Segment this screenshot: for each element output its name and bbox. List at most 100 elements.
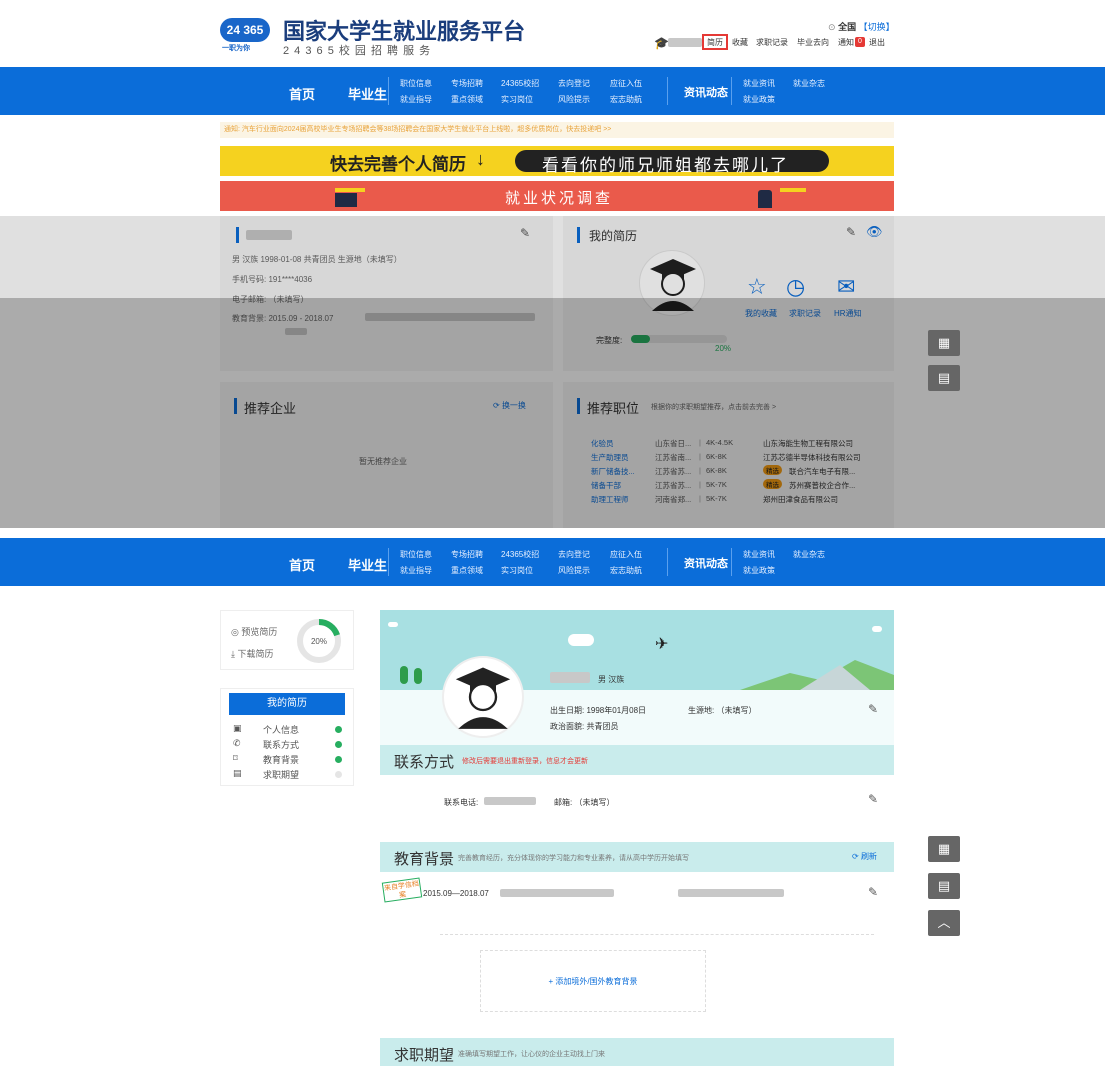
briefcase-icon <box>335 193 357 207</box>
contact-phone-label: 联系电话: <box>444 798 479 807</box>
nav-destination-register[interactable]: 去向登记 <box>558 549 590 560</box>
notify-count-badge: 0 <box>855 37 865 47</box>
sidebar-title: 我的简历 <box>229 693 345 715</box>
edit-education-icon[interactable]: ✎ <box>868 885 878 899</box>
resume-edit-pane: 首页 毕业生 职位信息 专场招聘 24365校招 去向登记 应征入伍 就业指导 … <box>0 538 1105 1066</box>
resume-banner[interactable]: 快去完善个人简历 ↓ 看看你的师兄师姐都去哪儿了 <box>220 146 894 176</box>
nav-policy[interactable]: 就业政策 <box>743 94 775 105</box>
survey-title: 就业状况调查 <box>505 190 614 207</box>
expect-note: 准确填写期望工作，让心仪的企业主动找上门来 <box>458 1051 605 1058</box>
nav-graduate[interactable]: 毕业生 <box>348 84 387 103</box>
major-blurred <box>678 889 784 897</box>
edit-basic-icon[interactable]: ✎ <box>868 702 878 716</box>
nav-home[interactable]: 首页 <box>289 84 315 103</box>
nav-home[interactable]: 首页 <box>289 555 315 574</box>
qrcode-icon[interactable]: ▦ <box>928 330 960 356</box>
nav-graduate[interactable]: 毕业生 <box>348 555 387 574</box>
download-label: 下载简历 <box>237 649 274 659</box>
nav-employment-news[interactable]: 就业资讯 <box>743 549 775 560</box>
edu-dates: 2015.09—2018.07 <box>423 889 489 898</box>
header-link-notify[interactable]: 通知 <box>838 37 854 48</box>
notice-bar[interactable]: 通知: 汽车行业面向2024届高校毕业生专场招聘会等38场招聘会在国家大学生就业… <box>220 122 894 138</box>
nav-destination-register[interactable]: 去向登记 <box>558 78 590 89</box>
education-note: 完善教育经历，充分体现你的学习能力和专业素养，请从高中学历开始填写 <box>458 855 689 862</box>
logo-tagline: 一职为你 <box>222 45 250 52</box>
header-link-resume[interactable]: 简历 <box>707 37 723 48</box>
location-label: 全国 <box>838 22 857 32</box>
nav-job-info[interactable]: 职位信息 <box>400 549 432 560</box>
sidebar-item-label: 求职期望 <box>263 770 300 780</box>
sidebar-item[interactable]: ⌑ 教育背景 <box>221 753 353 767</box>
avatar-large[interactable] <box>442 656 524 738</box>
nav-employment-news[interactable]: 就业资讯 <box>743 78 775 89</box>
back-to-top-icon[interactable]: ︿ <box>928 910 960 936</box>
nav-risk[interactable]: 风险提示 <box>558 565 590 576</box>
nav-campus-recruit[interactable]: 24365校招 <box>501 549 539 560</box>
homepage-pane: 24 365 一职为你 国家大学生就业服务平台 2 4 3 6 5 校 园 招 … <box>0 0 1105 528</box>
nav-news[interactable]: 资讯动态 <box>684 555 728 571</box>
nav-magazine[interactable]: 就业杂志 <box>793 549 825 560</box>
nav-magazine[interactable]: 就业杂志 <box>793 78 825 89</box>
cloud-decor <box>388 622 398 627</box>
pin-icon: ⊙ <box>828 22 836 32</box>
sidebar-item[interactable]: ▤ 求职期望 <box>221 768 353 782</box>
nav-enlist[interactable]: 应征入伍 <box>610 78 642 89</box>
nav-policy[interactable]: 就业政策 <box>743 565 775 576</box>
nav-key-fields[interactable]: 重点领域 <box>451 565 483 576</box>
survey-banner[interactable]: 就业状况调查 <box>220 181 894 211</box>
status-dot <box>335 741 342 748</box>
expect-title: 求职期望 <box>394 1047 455 1064</box>
nav-guidance[interactable]: 就业指导 <box>400 94 432 105</box>
nav-job-info[interactable]: 职位信息 <box>400 78 432 89</box>
add-overseas-education-button[interactable]: + 添加境外/国外教育背景 <box>480 950 706 1012</box>
username-blurred[interactable] <box>668 38 702 47</box>
school-blurred <box>500 889 614 897</box>
eye-icon: ◎ <box>231 627 239 637</box>
feedback-icon[interactable]: ▤ <box>928 365 960 391</box>
contact-body: 联系电话: 邮箱: （未填写） ✎ <box>380 775 894 825</box>
mountains-decor <box>740 660 894 690</box>
qrcode-icon[interactable]: ▦ <box>928 836 960 862</box>
nav-guidance[interactable]: 就业指导 <box>400 565 432 576</box>
edit-contact-icon[interactable]: ✎ <box>868 792 878 806</box>
nav-hongzhi[interactable]: 宏志助航 <box>610 565 642 576</box>
nav-internship[interactable]: 实习岗位 <box>501 565 533 576</box>
download-resume-button[interactable]: ⤓ 下载简历 <box>231 647 274 660</box>
nav-news[interactable]: 资讯动态 <box>684 84 728 100</box>
cloud-decor <box>568 634 594 646</box>
header-link-favorites[interactable]: 收藏 <box>732 37 748 48</box>
nav-divider <box>667 548 668 576</box>
resume-actions-box: ◎ 预览简历 ⤓ 下载简历 20% <box>220 610 354 670</box>
logo-badge[interactable]: 24 365 <box>220 18 270 42</box>
sidebar-item-label: 教育背景 <box>263 755 300 765</box>
main-nav: 首页 毕业生 职位信息 专场招聘 24365校招 去向登记 应征入伍 就业指导 … <box>0 538 1105 586</box>
location-selector[interactable]: ⊙ 全国 【切换】 <box>828 20 895 33</box>
nav-special-recruit[interactable]: 专场招聘 <box>451 78 483 89</box>
nav-hongzhi[interactable]: 宏志助航 <box>610 94 642 105</box>
sidebar-item-label: 联系方式 <box>263 740 300 750</box>
nav-internship[interactable]: 实习岗位 <box>501 94 533 105</box>
header-link-records[interactable]: 求职记录 <box>756 37 788 48</box>
header-link-destination[interactable]: 毕业去向 <box>797 37 829 48</box>
sidebar-item[interactable]: ✆ 联系方式 <box>221 738 353 752</box>
nav-risk[interactable]: 风险提示 <box>558 94 590 105</box>
location-switch[interactable]: 【切换】 <box>859 22 895 32</box>
resume-sidebar-nav: 我的简历 ▣ 个人信息 ✆ 联系方式 ⌑ 教育背景 ▤ 求职期望 <box>220 688 354 786</box>
nav-campus-recruit[interactable]: 24365校招 <box>501 78 539 89</box>
feedback-icon[interactable]: ▤ <box>928 873 960 899</box>
nav-divider <box>731 548 732 576</box>
sidebar-item[interactable]: ▣ 个人信息 <box>221 723 353 737</box>
preview-resume-button[interactable]: ◎ 预览简历 <box>231 625 277 638</box>
nav-enlist[interactable]: 应征入伍 <box>610 549 642 560</box>
nav-divider <box>731 77 732 105</box>
nav-divider <box>667 77 668 105</box>
education-refresh[interactable]: ⟳ 刷新 <box>852 851 877 862</box>
nav-key-fields[interactable]: 重点领域 <box>451 94 483 105</box>
status-dot <box>335 726 342 733</box>
contact-section-header: 联系方式 修改后需要退出重新登录，信息才会更新 <box>380 745 894 775</box>
sidebar-item-label: 个人信息 <box>263 725 300 735</box>
header-link-logout[interactable]: 退出 <box>869 37 885 48</box>
logo-badge-text: 24 365 <box>226 23 264 37</box>
document-icon: ▤ <box>233 768 242 778</box>
nav-special-recruit[interactable]: 专场招聘 <box>451 549 483 560</box>
